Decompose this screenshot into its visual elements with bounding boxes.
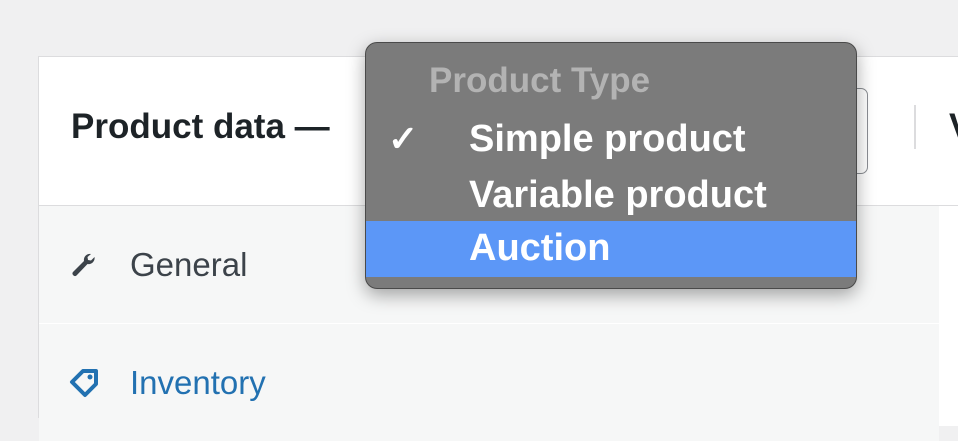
- dropdown-option-label: Simple product: [469, 118, 746, 160]
- dropdown-heading: Product Type: [429, 61, 651, 100]
- tab-inventory[interactable]: Inventory: [39, 324, 939, 441]
- dropdown-option-simple-product[interactable]: ✓ Simple product: [366, 112, 856, 168]
- product-type-dropdown-menu: Product Type ✓ Simple product Variable p…: [365, 42, 857, 289]
- product-data-title: Product data —: [71, 107, 330, 146]
- dropdown-option-label: Variable product: [469, 174, 767, 216]
- tab-inventory-label: Inventory: [130, 363, 266, 401]
- dropdown-option-label: Auction: [469, 227, 611, 269]
- header-divider: [914, 105, 916, 149]
- tab-general-label: General: [130, 245, 248, 283]
- checkmark-icon: ✓: [388, 118, 419, 159]
- header-option-partial: V: [949, 107, 958, 147]
- dropdown-option-variable-product[interactable]: Variable product: [366, 168, 856, 224]
- product-data-content: [939, 206, 958, 426]
- wrench-icon: [69, 251, 109, 279]
- tag-icon: [69, 368, 109, 398]
- dropdown-option-auction[interactable]: Auction: [366, 221, 856, 277]
